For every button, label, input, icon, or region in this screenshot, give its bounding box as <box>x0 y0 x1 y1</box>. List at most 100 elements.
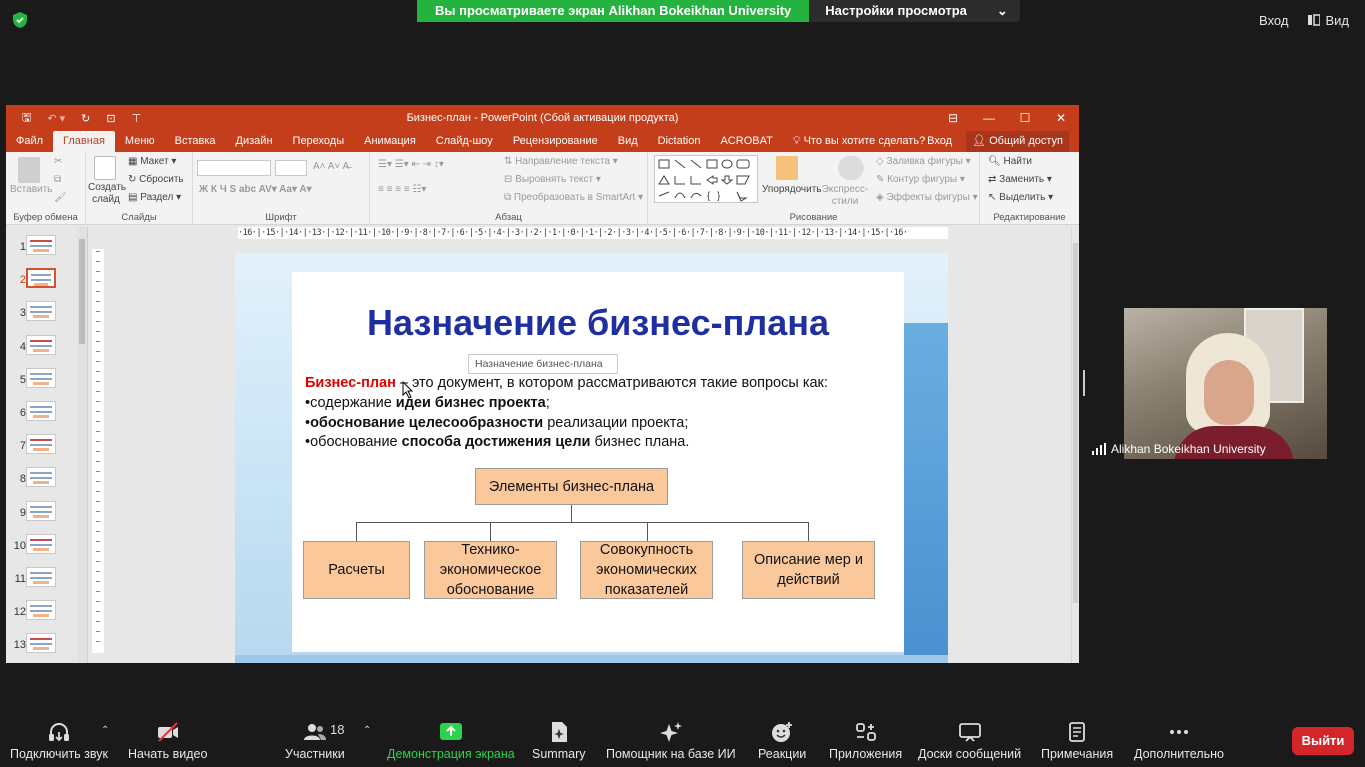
paste-icon[interactable] <box>18 157 40 183</box>
undo-icon[interactable]: ↶ ▾ <box>47 112 65 125</box>
start-video-button[interactable]: Начать видео <box>128 721 207 761</box>
slide-thumbnail[interactable]: 1 <box>6 233 76 266</box>
canvas-scroll-thumb[interactable] <box>1073 243 1078 603</box>
slide-thumbnail[interactable]: 11 <box>6 565 76 598</box>
font-format-icons[interactable]: Ж К Ч S abc AV▾ Aa▾ A▾ <box>199 184 312 195</box>
maximize-icon[interactable]: ☐ <box>1007 105 1043 131</box>
presenter-icon[interactable]: ⊡ <box>106 112 115 125</box>
leave-button[interactable]: Выйти <box>1292 727 1354 755</box>
shape-effects-button[interactable]: ◈ Эффекты фигуры ▾ <box>876 192 978 203</box>
tab-slideshow[interactable]: Слайд-шоу <box>426 131 503 152</box>
align-icons[interactable]: ≡ ≡ ≡ ≡ ☷▾ <box>378 184 426 195</box>
paste-label[interactable]: Вставить <box>10 184 52 195</box>
whiteboards-button[interactable]: Доски сообщений <box>918 721 1021 761</box>
slide-line-3[interactable]: •обоснование целесообразности реализации… <box>305 415 688 431</box>
more-button[interactable]: Дополнительно <box>1134 721 1224 761</box>
tab-view[interactable]: Вид <box>608 131 648 152</box>
ai-assistant-button[interactable]: Помощник на базе ИИ <box>606 721 736 761</box>
quick-styles-icon[interactable] <box>838 156 864 180</box>
text-direction-button[interactable]: ⇅ Направление текста ▾ <box>504 156 618 167</box>
panel-resize-handle[interactable] <box>1083 370 1085 396</box>
security-shield-icon[interactable] <box>11 11 29 29</box>
cut-icon[interactable]: ✂ <box>54 156 62 167</box>
sign-in-button[interactable]: Вход <box>1253 13 1294 28</box>
apps-button[interactable]: Приложения <box>829 721 902 761</box>
slide-thumbnail[interactable]: 12 <box>6 598 76 631</box>
reset-button[interactable]: ↻ Сбросить <box>128 174 184 185</box>
slide-thumbnail[interactable]: 10 <box>6 532 76 565</box>
find-button[interactable]: 🔍︎ Найти <box>988 156 1032 167</box>
font-name-combo[interactable] <box>197 160 271 176</box>
quick-styles-label[interactable]: Экспресс-стили <box>818 184 872 208</box>
org-child-box-1[interactable]: Расчеты <box>303 541 410 599</box>
tab-transitions[interactable]: Переходы <box>283 131 355 152</box>
format-painter-icon[interactable]: 🖌︎ <box>54 192 67 203</box>
close-icon[interactable]: ✕ <box>1043 105 1079 131</box>
org-root-box[interactable]: Элементы бизнес-плана <box>475 468 668 505</box>
share-screen-button[interactable]: Демонстрация экрана <box>387 721 515 761</box>
view-button[interactable]: Вид <box>1302 13 1355 28</box>
tab-file[interactable]: Файл <box>6 131 53 152</box>
align-text-button[interactable]: ⊟ Выровнять текст ▾ <box>504 174 601 185</box>
bullets-icon[interactable]: ☰▾ ☰▾ ⇤ ⇥ ↕▾ <box>378 159 444 170</box>
slide-line-4[interactable]: •обоснование способа достижения цели биз… <box>305 434 689 450</box>
scroll-thumb[interactable] <box>79 239 85 344</box>
section-button[interactable]: ▤ Раздел ▾ <box>128 192 181 203</box>
ppt-sign-in[interactable]: Вход <box>927 131 952 152</box>
slide-thumbnail[interactable]: 4 <box>6 333 76 366</box>
font-grow-icon[interactable]: A˄ A˅ A̶ <box>313 161 349 172</box>
replace-button[interactable]: ⇄ Заменить ▾ <box>988 174 1052 185</box>
slide-thumbnail[interactable]: 6 <box>6 399 76 432</box>
tab-insert[interactable]: Вставка <box>165 131 226 152</box>
select-button[interactable]: ↖ Выделить ▾ <box>988 192 1053 203</box>
slide-thumbnail[interactable]: 9 <box>6 499 76 532</box>
ribbon-display-icon[interactable]: ⊟ <box>935 105 971 131</box>
smartart-button[interactable]: ⧉ Преобразовать в SmartArt ▾ <box>504 192 643 203</box>
shape-fill-button[interactable]: ◇ Заливка фигуры ▾ <box>876 156 971 167</box>
minimize-icon[interactable]: — <box>971 105 1007 131</box>
tab-home[interactable]: Главная <box>53 131 115 152</box>
org-child-box-4[interactable]: Описание мер и действий <box>742 541 875 599</box>
current-slide[interactable]: Назначение бизнес-плана Назначение бизне… <box>235 253 948 663</box>
slide-line-1[interactable]: Бизнес-план – это документ, в котором ра… <box>305 375 828 391</box>
new-slide-label[interactable]: Создать слайд <box>88 182 126 206</box>
notes-button[interactable]: Примечания <box>1041 721 1113 761</box>
slide-thumbnail[interactable]: 2 <box>6 266 76 299</box>
tab-review[interactable]: Рецензирование <box>503 131 608 152</box>
participant-video-tile[interactable] <box>1124 308 1327 459</box>
reactions-button[interactable]: Реакции <box>758 721 806 761</box>
tab-acrobat[interactable]: ACROBAT <box>710 131 782 152</box>
shape-outline-button[interactable]: ✎ Контур фигуры ▾ <box>876 174 965 185</box>
join-audio-button[interactable]: Подключить звук <box>10 721 108 761</box>
slide-thumbnail[interactable]: 5 <box>6 366 76 399</box>
tab-dictation[interactable]: Dictation <box>648 131 711 152</box>
tab-menu[interactable]: Меню <box>115 131 165 152</box>
thumbnails-scrollbar[interactable] <box>77 227 87 663</box>
font-size-combo[interactable] <box>275 160 307 176</box>
redo-icon[interactable]: ↻ <box>81 112 90 125</box>
slide-thumbnail[interactable]: 7 <box>6 432 76 465</box>
org-child-box-2[interactable]: Технико-экономическое обоснование <box>424 541 557 599</box>
save-icon[interactable]: 🖫 <box>22 109 31 128</box>
layout-button[interactable]: ▦ Макет ▾ <box>128 156 176 167</box>
slide-thumbnail[interactable]: 3 <box>6 299 76 332</box>
arrange-icon[interactable] <box>776 156 798 180</box>
participants-options-caret[interactable]: ⌃ <box>363 725 371 736</box>
audio-options-caret[interactable]: ⌃ <box>101 725 109 736</box>
tab-animations[interactable]: Анимация <box>354 131 426 152</box>
slide-thumbnail[interactable]: 13 <box>6 631 76 663</box>
share-button[interactable]: 👤︎ Общий доступ <box>966 131 1069 152</box>
slide-line-2[interactable]: •содержание идеи бизнес проекта; <box>305 395 550 411</box>
slide-thumbnail[interactable]: 8 <box>6 465 76 498</box>
tab-design[interactable]: Дизайн <box>226 131 283 152</box>
customize-qat-icon[interactable]: ⊤ <box>132 112 142 125</box>
tell-me-box[interactable]: 💡︎ Что вы хотите сделать? <box>783 131 935 152</box>
slide-title[interactable]: Назначение бизнес-плана <box>292 302 904 344</box>
new-slide-icon[interactable] <box>94 156 116 180</box>
canvas-scrollbar[interactable] <box>1071 227 1079 663</box>
summary-button[interactable]: Summary <box>532 721 585 761</box>
shapes-gallery[interactable]: {} <box>654 155 758 203</box>
copy-icon[interactable]: ⧉ <box>54 174 61 185</box>
org-child-box-3[interactable]: Совокупность экономических показателей <box>580 541 713 599</box>
view-options-button[interactable]: Настройки просмотра ⌄ <box>809 0 1020 22</box>
